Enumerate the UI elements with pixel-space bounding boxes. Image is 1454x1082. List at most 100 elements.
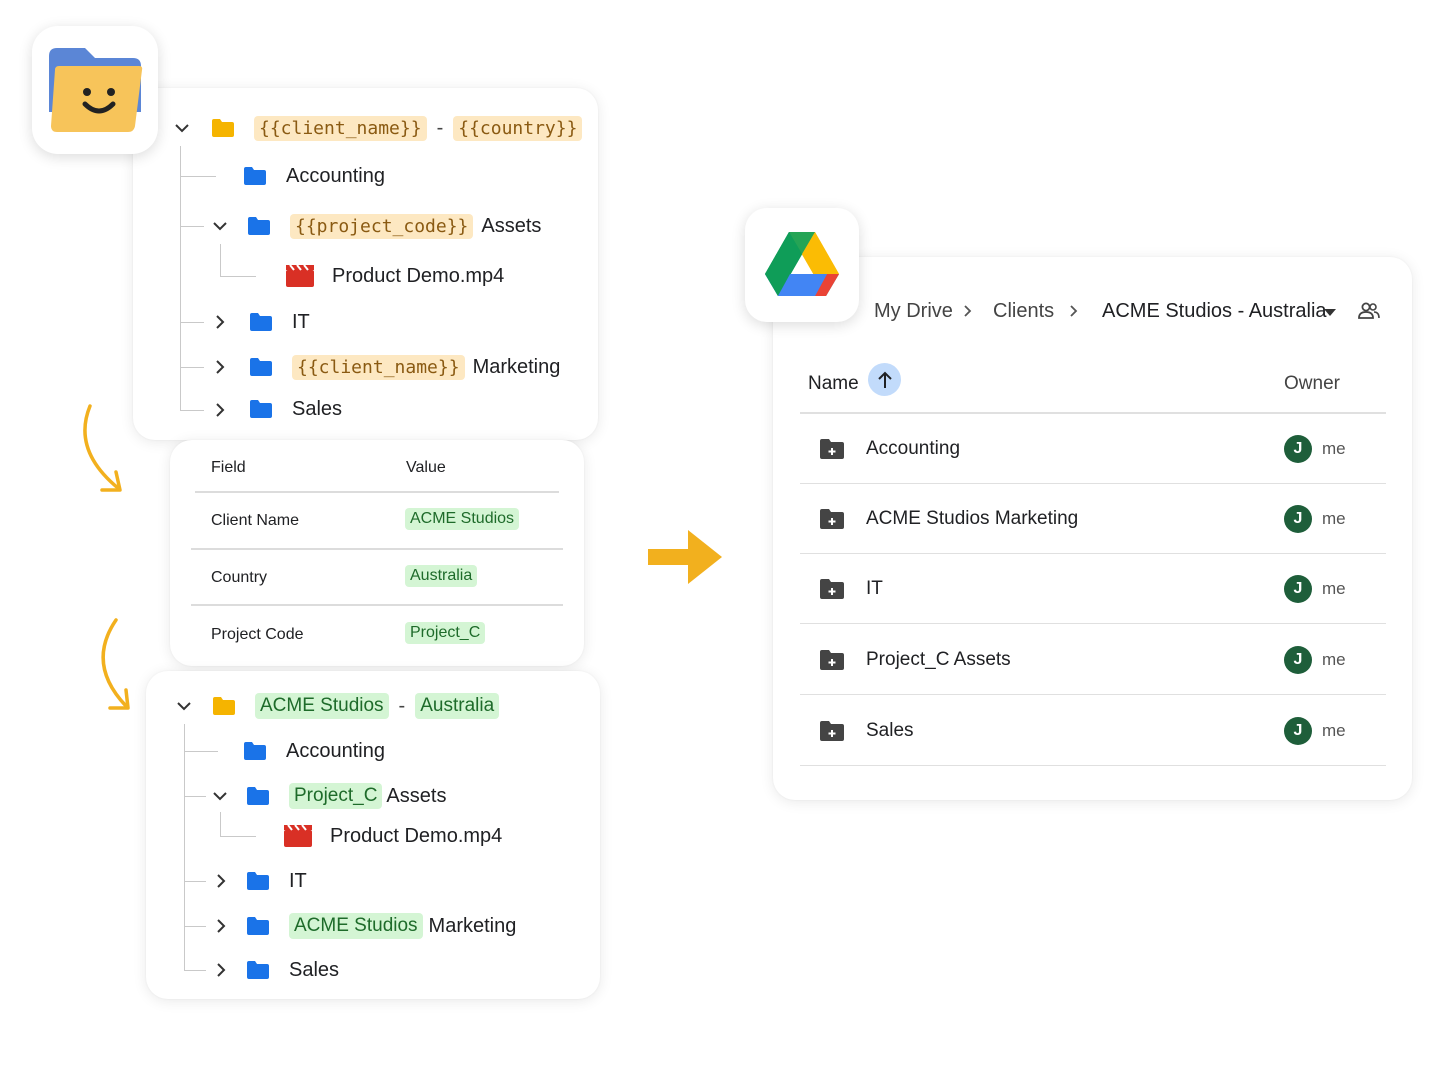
chevron-right-icon [1070,300,1078,323]
dropdown-caret-icon[interactable] [1324,309,1336,316]
sort-up-arrow-icon[interactable] [868,363,901,396]
chevron-right-icon[interactable] [212,359,228,375]
folder-label: Accounting [286,164,385,187]
shared-folder-icon [820,721,844,741]
field-value-country: Australia [405,565,478,587]
field-label-project-code: Project Code [211,626,304,643]
result-marketing-folder[interactable]: ACME Studios Marketing [247,906,516,946]
video-file-icon [286,265,314,287]
client-name-value: ACME Studios [255,693,389,719]
project-code-token: {{project_code}} [290,213,474,239]
country-value: Australia [415,693,500,719]
folder-icon [248,217,270,235]
field-value-project-code: Project_C [405,622,486,644]
drive-row-assets[interactable]: Project_C Assets J me [800,625,1386,695]
chevron-down-icon[interactable] [212,788,228,804]
shared-folder-icon [820,439,844,459]
breadcrumb-clients[interactable]: Clients [993,300,1054,323]
name-column-header[interactable]: Name [808,373,859,395]
file-label: Product Demo.mp4 [330,824,503,847]
right-arrow-icon [648,530,722,584]
chevron-down-icon[interactable] [212,218,228,234]
avatar: J [1284,646,1312,674]
owner-label: me [1322,439,1346,458]
drive-item-name: IT [866,578,883,599]
result-root-folder[interactable]: ACME Studios - Australia [213,686,500,726]
drive-row-it[interactable]: IT J me [800,554,1386,624]
folder-label: Marketing [428,914,517,937]
chevron-down-icon[interactable] [174,120,190,136]
client-name-token: {{client_name}} [292,354,465,380]
folder-icon [244,167,266,185]
project-code-value: Project_C [289,783,383,809]
value-column-header: Value [406,459,446,476]
drive-item-name: ACME Studios Marketing [866,508,1079,529]
result-it-folder[interactable]: IT [247,861,307,901]
client-name-value: ACME Studios [289,913,423,939]
file-label: Product Demo.mp4 [332,264,505,287]
folder-icon [247,787,269,805]
drive-item-name: Accounting [866,438,961,459]
chevron-right-icon[interactable] [213,873,229,889]
chevron-right-icon[interactable] [212,402,228,418]
avatar: J [1284,435,1312,463]
result-sales-folder[interactable]: Sales [247,950,339,990]
folder-label: Accounting [286,739,385,762]
folder-label: Sales [292,397,343,420]
result-assets-folder[interactable]: Project_C Assets [247,776,446,816]
owner-column-header[interactable]: Owner [1284,373,1340,395]
owner-label: me [1322,650,1346,669]
video-file-icon [284,825,312,847]
owner-label: me [1322,579,1346,598]
client-name-token: {{client_name}} [254,115,427,141]
shared-folder-icon [820,650,844,670]
avatar: J [1284,505,1312,533]
template-accounting-folder[interactable]: Accounting [244,156,385,196]
folder-icon [213,697,235,715]
template-video-file[interactable]: Product Demo.mp4 [286,256,504,296]
chevron-right-icon[interactable] [212,314,228,330]
breadcrumb-current-folder[interactable]: ACME Studios - Australia [1102,300,1327,323]
curved-arrow-icon [101,618,130,710]
field-label-country: Country [211,569,268,586]
folder-label: Assets [481,214,542,237]
result-video-file[interactable]: Product Demo.mp4 [284,816,502,856]
avatar: J [1284,717,1312,745]
folder-label: IT [292,310,310,333]
shared-folder-icon [820,579,844,599]
curved-arrow-icon [83,404,122,492]
folder-icon [250,313,272,331]
chevron-down-icon[interactable] [176,698,192,714]
chevron-right-icon [964,300,972,323]
drive-row-marketing[interactable]: ACME Studios Marketing J me [800,484,1386,554]
folder-icon [212,119,234,137]
folder-icon [247,961,269,979]
template-root-folder[interactable]: {{client_name}} - {{country}} [212,108,583,148]
drive-item-name: Sales [866,720,914,741]
folder-app-icon [49,48,143,132]
folder-label: Sales [289,958,340,981]
folder-app-icon-tile [32,26,158,154]
avatar: J [1284,575,1312,603]
folder-label: Marketing [472,355,561,378]
drive-row-accounting[interactable]: Accounting J me [800,414,1386,484]
name-separator: - [398,694,406,717]
folder-label: Assets [386,784,447,807]
google-drive-icon [765,232,839,296]
drive-row-sales[interactable]: Sales J me [800,696,1386,766]
folder-icon [250,358,272,376]
chevron-right-icon[interactable] [213,918,229,934]
result-accounting-folder[interactable]: Accounting [244,731,385,771]
share-people-icon[interactable] [1358,302,1380,320]
template-sales-folder[interactable]: Sales [250,389,342,429]
name-separator: - [436,116,444,139]
template-marketing-folder[interactable]: {{client_name}} Marketing [250,347,560,387]
country-token: {{country}} [453,115,583,141]
breadcrumb-my-drive[interactable]: My Drive [874,300,953,323]
folder-icon [250,400,272,418]
folder-icon [247,917,269,935]
chevron-right-icon[interactable] [213,962,229,978]
shared-folder-icon [820,509,844,529]
template-assets-folder[interactable]: {{project_code}} Assets [248,206,541,246]
template-it-folder[interactable]: IT [250,302,310,342]
